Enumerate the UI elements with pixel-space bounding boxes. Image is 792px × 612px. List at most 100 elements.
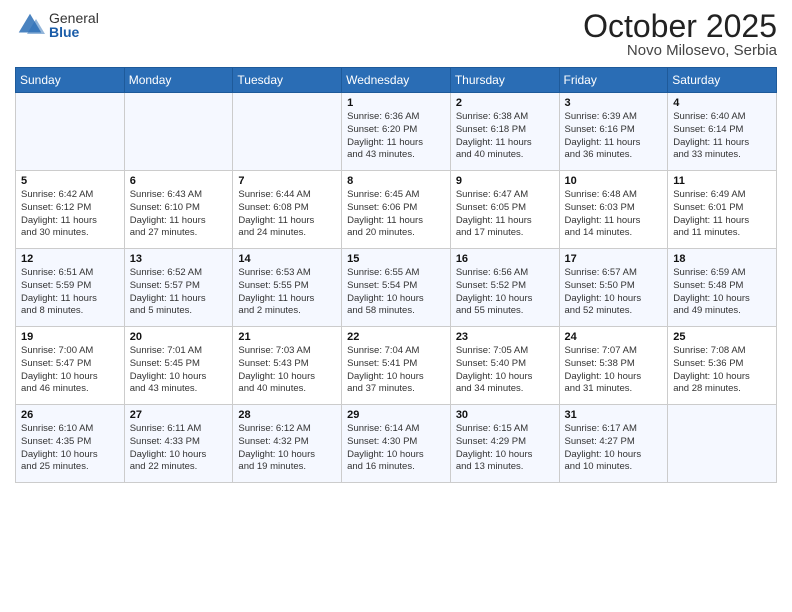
table-row: 16Sunrise: 6:56 AM Sunset: 5:52 PM Dayli… (450, 249, 559, 327)
title-area: October 2025 Novo Milosevo, Serbia (583, 10, 777, 59)
day-info: Sunrise: 6:53 AM Sunset: 5:55 PM Dayligh… (238, 267, 336, 318)
table-row: 26 Sunrise: 6:10 AM Sunset: 4:35 PM Dayli… (16, 405, 125, 483)
calendar-week-row: 5Sunrise: 6:42 AM Sunset: 6:12 PM Daylig… (16, 171, 777, 249)
page-container: General Blue October 2025 Novo Milosevo,… (0, 0, 792, 612)
day-info: Sunrise: 7:08 AM Sunset: 5:36 PM Dayligh… (673, 345, 771, 396)
day-number: 9 (456, 175, 554, 187)
day-number: 29 (347, 409, 445, 421)
header: General Blue October 2025 Novo Milosevo,… (15, 10, 777, 59)
day-number: 6 (130, 175, 228, 187)
table-row: 9 Sunrise: 6:47 AM Sunset: 6:05 PM Daylig… (450, 171, 559, 249)
table-row: 21Sunrise: 7:03 AM Sunset: 5:43 PM Dayli… (233, 327, 342, 405)
day-number: 4 (673, 97, 771, 109)
day-number: 26 (21, 409, 119, 421)
day-number: 23 (456, 331, 554, 343)
table-row: 12Sunrise: 6:51 AM Sunset: 5:59 PM Dayli… (16, 249, 125, 327)
col-saturday: Saturday (668, 68, 777, 93)
table-row (668, 405, 777, 483)
day-number: 8 (347, 175, 445, 187)
day-number: 25 (673, 331, 771, 343)
day-info: Sunrise: 6:51 AM Sunset: 5:59 PM Dayligh… (21, 267, 119, 318)
day-info: Sunrise: 6:55 AM Sunset: 5:54 PM Dayligh… (347, 267, 445, 318)
table-row: 18 Sunrise: 6:59 AM Sunset: 5:48 PM Dayli… (668, 249, 777, 327)
day-number: 13 (130, 253, 228, 265)
day-info: Sunrise: 6:45 AM Sunset: 6:06 PM Dayligh… (347, 189, 445, 240)
day-info: Sunrise: 7:01 AM Sunset: 5:45 PM Dayligh… (130, 345, 228, 396)
calendar-week-row: 19 Sunrise: 7:00 AM Sunset: 5:47 PM Dayli… (16, 327, 777, 405)
table-row (233, 93, 342, 171)
day-number: 19 (21, 331, 119, 343)
table-row: 31 Sunrise: 6:17 AM Sunset: 4:27 PM Dayli… (559, 405, 668, 483)
logo: General Blue (15, 10, 99, 40)
day-info: Sunrise: 6:49 AM Sunset: 6:01 PM Dayligh… (673, 189, 771, 240)
day-info: Sunrise: 6:52 AM Sunset: 5:57 PM Dayligh… (130, 267, 228, 318)
table-row: 11 Sunrise: 6:49 AM Sunset: 6:01 PM Dayli… (668, 171, 777, 249)
table-row: 14 Sunrise: 6:53 AM Sunset: 5:55 PM Dayli… (233, 249, 342, 327)
day-info: Sunrise: 6:39 AM Sunset: 6:16 PM Dayligh… (565, 111, 663, 162)
day-number: 2 (456, 97, 554, 109)
calendar-header-row: Sunday Monday Tuesday Wednesday Thursday… (16, 68, 777, 93)
day-info: Sunrise: 7:07 AM Sunset: 5:38 PM Dayligh… (565, 345, 663, 396)
table-row: 24Sunrise: 7:07 AM Sunset: 5:38 PM Dayli… (559, 327, 668, 405)
table-row: 23 Sunrise: 7:05 AM Sunset: 5:40 PM Dayli… (450, 327, 559, 405)
day-info: Sunrise: 6:12 AM Sunset: 4:32 PM Dayligh… (238, 423, 336, 474)
day-info: Sunrise: 6:14 AM Sunset: 4:30 PM Dayligh… (347, 423, 445, 474)
day-info: Sunrise: 6:36 AM Sunset: 6:20 PM Dayligh… (347, 111, 445, 162)
day-info: Sunrise: 7:05 AM Sunset: 5:40 PM Dayligh… (456, 345, 554, 396)
day-number: 11 (673, 175, 771, 187)
day-number: 20 (130, 331, 228, 343)
table-row: 22Sunrise: 7:04 AM Sunset: 5:41 PM Dayli… (342, 327, 451, 405)
day-number: 22 (347, 331, 445, 343)
day-info: Sunrise: 6:57 AM Sunset: 5:50 PM Dayligh… (565, 267, 663, 318)
day-info: Sunrise: 6:17 AM Sunset: 4:27 PM Dayligh… (565, 423, 663, 474)
day-number: 1 (347, 97, 445, 109)
day-info: Sunrise: 6:43 AM Sunset: 6:10 PM Dayligh… (130, 189, 228, 240)
day-number: 17 (565, 253, 663, 265)
day-number: 5 (21, 175, 119, 187)
day-number: 31 (565, 409, 663, 421)
table-row: 13 Sunrise: 6:52 AM Sunset: 5:57 PM Dayli… (124, 249, 233, 327)
day-number: 7 (238, 175, 336, 187)
location-subtitle: Novo Milosevo, Serbia (583, 42, 777, 59)
day-number: 14 (238, 253, 336, 265)
col-wednesday: Wednesday (342, 68, 451, 93)
day-number: 15 (347, 253, 445, 265)
table-row: 4 Sunrise: 6:40 AM Sunset: 6:14 PM Daylig… (668, 93, 777, 171)
table-row: 20 Sunrise: 7:01 AM Sunset: 5:45 PM Dayli… (124, 327, 233, 405)
day-number: 30 (456, 409, 554, 421)
col-thursday: Thursday (450, 68, 559, 93)
day-number: 3 (565, 97, 663, 109)
day-number: 28 (238, 409, 336, 421)
day-info: Sunrise: 6:44 AM Sunset: 6:08 PM Dayligh… (238, 189, 336, 240)
day-info: Sunrise: 6:40 AM Sunset: 6:14 PM Dayligh… (673, 111, 771, 162)
logo-icon (15, 10, 45, 40)
calendar-table: Sunday Monday Tuesday Wednesday Thursday… (15, 67, 777, 483)
day-info: Sunrise: 6:10 AM Sunset: 4:35 PM Dayligh… (21, 423, 119, 474)
col-tuesday: Tuesday (233, 68, 342, 93)
col-friday: Friday (559, 68, 668, 93)
day-info: Sunrise: 6:15 AM Sunset: 4:29 PM Dayligh… (456, 423, 554, 474)
day-number: 21 (238, 331, 336, 343)
table-row: 30 Sunrise: 6:15 AM Sunset: 4:29 PM Dayli… (450, 405, 559, 483)
month-title: October 2025 (583, 10, 777, 42)
table-row: 10Sunrise: 6:48 AM Sunset: 6:03 PM Dayli… (559, 171, 668, 249)
day-info: Sunrise: 6:38 AM Sunset: 6:18 PM Dayligh… (456, 111, 554, 162)
day-number: 18 (673, 253, 771, 265)
table-row: 8 Sunrise: 6:45 AM Sunset: 6:06 PM Daylig… (342, 171, 451, 249)
day-info: Sunrise: 6:47 AM Sunset: 6:05 PM Dayligh… (456, 189, 554, 240)
table-row: 5Sunrise: 6:42 AM Sunset: 6:12 PM Daylig… (16, 171, 125, 249)
day-info: Sunrise: 6:56 AM Sunset: 5:52 PM Dayligh… (456, 267, 554, 318)
logo-general-text: General (49, 11, 99, 25)
table-row: 29 Sunrise: 6:14 AM Sunset: 4:30 PM Dayli… (342, 405, 451, 483)
table-row: 28 Sunrise: 6:12 AM Sunset: 4:32 PM Dayli… (233, 405, 342, 483)
day-info: Sunrise: 7:00 AM Sunset: 5:47 PM Dayligh… (21, 345, 119, 396)
day-info: Sunrise: 6:48 AM Sunset: 6:03 PM Dayligh… (565, 189, 663, 240)
logo-text: General Blue (49, 11, 99, 39)
day-info: Sunrise: 6:59 AM Sunset: 5:48 PM Dayligh… (673, 267, 771, 318)
table-row: 19 Sunrise: 7:00 AM Sunset: 5:47 PM Dayli… (16, 327, 125, 405)
day-info: Sunrise: 6:11 AM Sunset: 4:33 PM Dayligh… (130, 423, 228, 474)
table-row: 1 Sunrise: 6:36 AM Sunset: 6:20 PM Daylig… (342, 93, 451, 171)
calendar-week-row: 12Sunrise: 6:51 AM Sunset: 5:59 PM Dayli… (16, 249, 777, 327)
table-row (16, 93, 125, 171)
col-monday: Monday (124, 68, 233, 93)
